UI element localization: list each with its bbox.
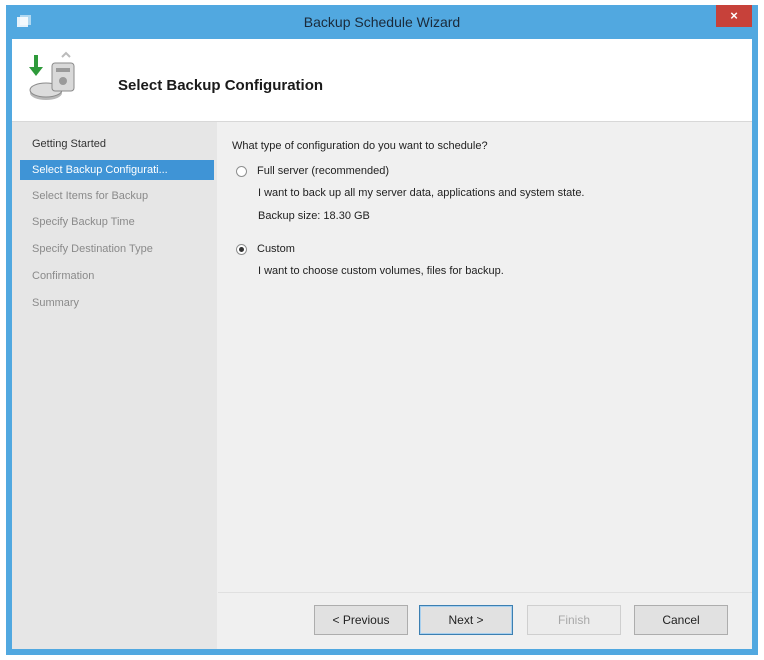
nav-item-specify-backup-time: Specify Backup Time xyxy=(32,216,135,228)
full-server-label[interactable]: Full server (recommended) xyxy=(257,165,389,177)
title-bar[interactable]: Backup Schedule Wizard × xyxy=(6,5,758,39)
backup-wizard-icon xyxy=(29,51,75,100)
wizard-client-area: Select Backup Configuration Getting Star… xyxy=(12,39,752,649)
next-button[interactable]: Next > xyxy=(419,605,513,635)
nav-item-summary: Summary xyxy=(32,297,80,309)
finish-button: Finish xyxy=(527,605,621,635)
wizard-content: What type of configuration do you want t… xyxy=(218,122,752,649)
wizard-steps-nav: Getting Started Select Backup Configurat… xyxy=(12,122,217,649)
previous-button[interactable]: < Previous xyxy=(314,605,408,635)
window-title: Backup Schedule Wizard xyxy=(303,14,461,30)
footer-divider xyxy=(218,592,752,593)
close-button[interactable]: × xyxy=(716,5,752,27)
backup-schedule-wizard-window: Backup Schedule Wizard × Select Backup C… xyxy=(6,5,758,655)
full-server-option[interactable]: Full server (recommended) xyxy=(236,165,389,177)
cancel-button[interactable]: Cancel xyxy=(634,605,728,635)
nav-item-select-items-for-backup: Select Items for Backup xyxy=(32,190,149,202)
custom-label[interactable]: Custom xyxy=(257,243,295,255)
configuration-question: What type of configuration do you want t… xyxy=(232,140,488,152)
custom-radio[interactable] xyxy=(236,243,247,255)
nav-item-confirmation: Confirmation xyxy=(32,270,95,282)
backup-size-text: Backup size: 18.30 GB xyxy=(258,210,370,222)
full-server-description: I want to back up all my server data, ap… xyxy=(258,187,585,199)
custom-option[interactable]: Custom xyxy=(236,243,295,255)
page-title: Select Backup Configuration xyxy=(118,77,324,94)
nav-item-select-backup-configuration[interactable]: Select Backup Configurati... xyxy=(20,160,214,180)
wizard-header: Select Backup Configuration xyxy=(12,39,752,122)
custom-description: I want to choose custom volumes, files f… xyxy=(258,265,504,277)
full-server-radio[interactable] xyxy=(236,165,247,177)
nav-item-getting-started[interactable]: Getting Started xyxy=(20,134,214,154)
nav-item-specify-destination-type: Specify Destination Type xyxy=(32,243,153,255)
